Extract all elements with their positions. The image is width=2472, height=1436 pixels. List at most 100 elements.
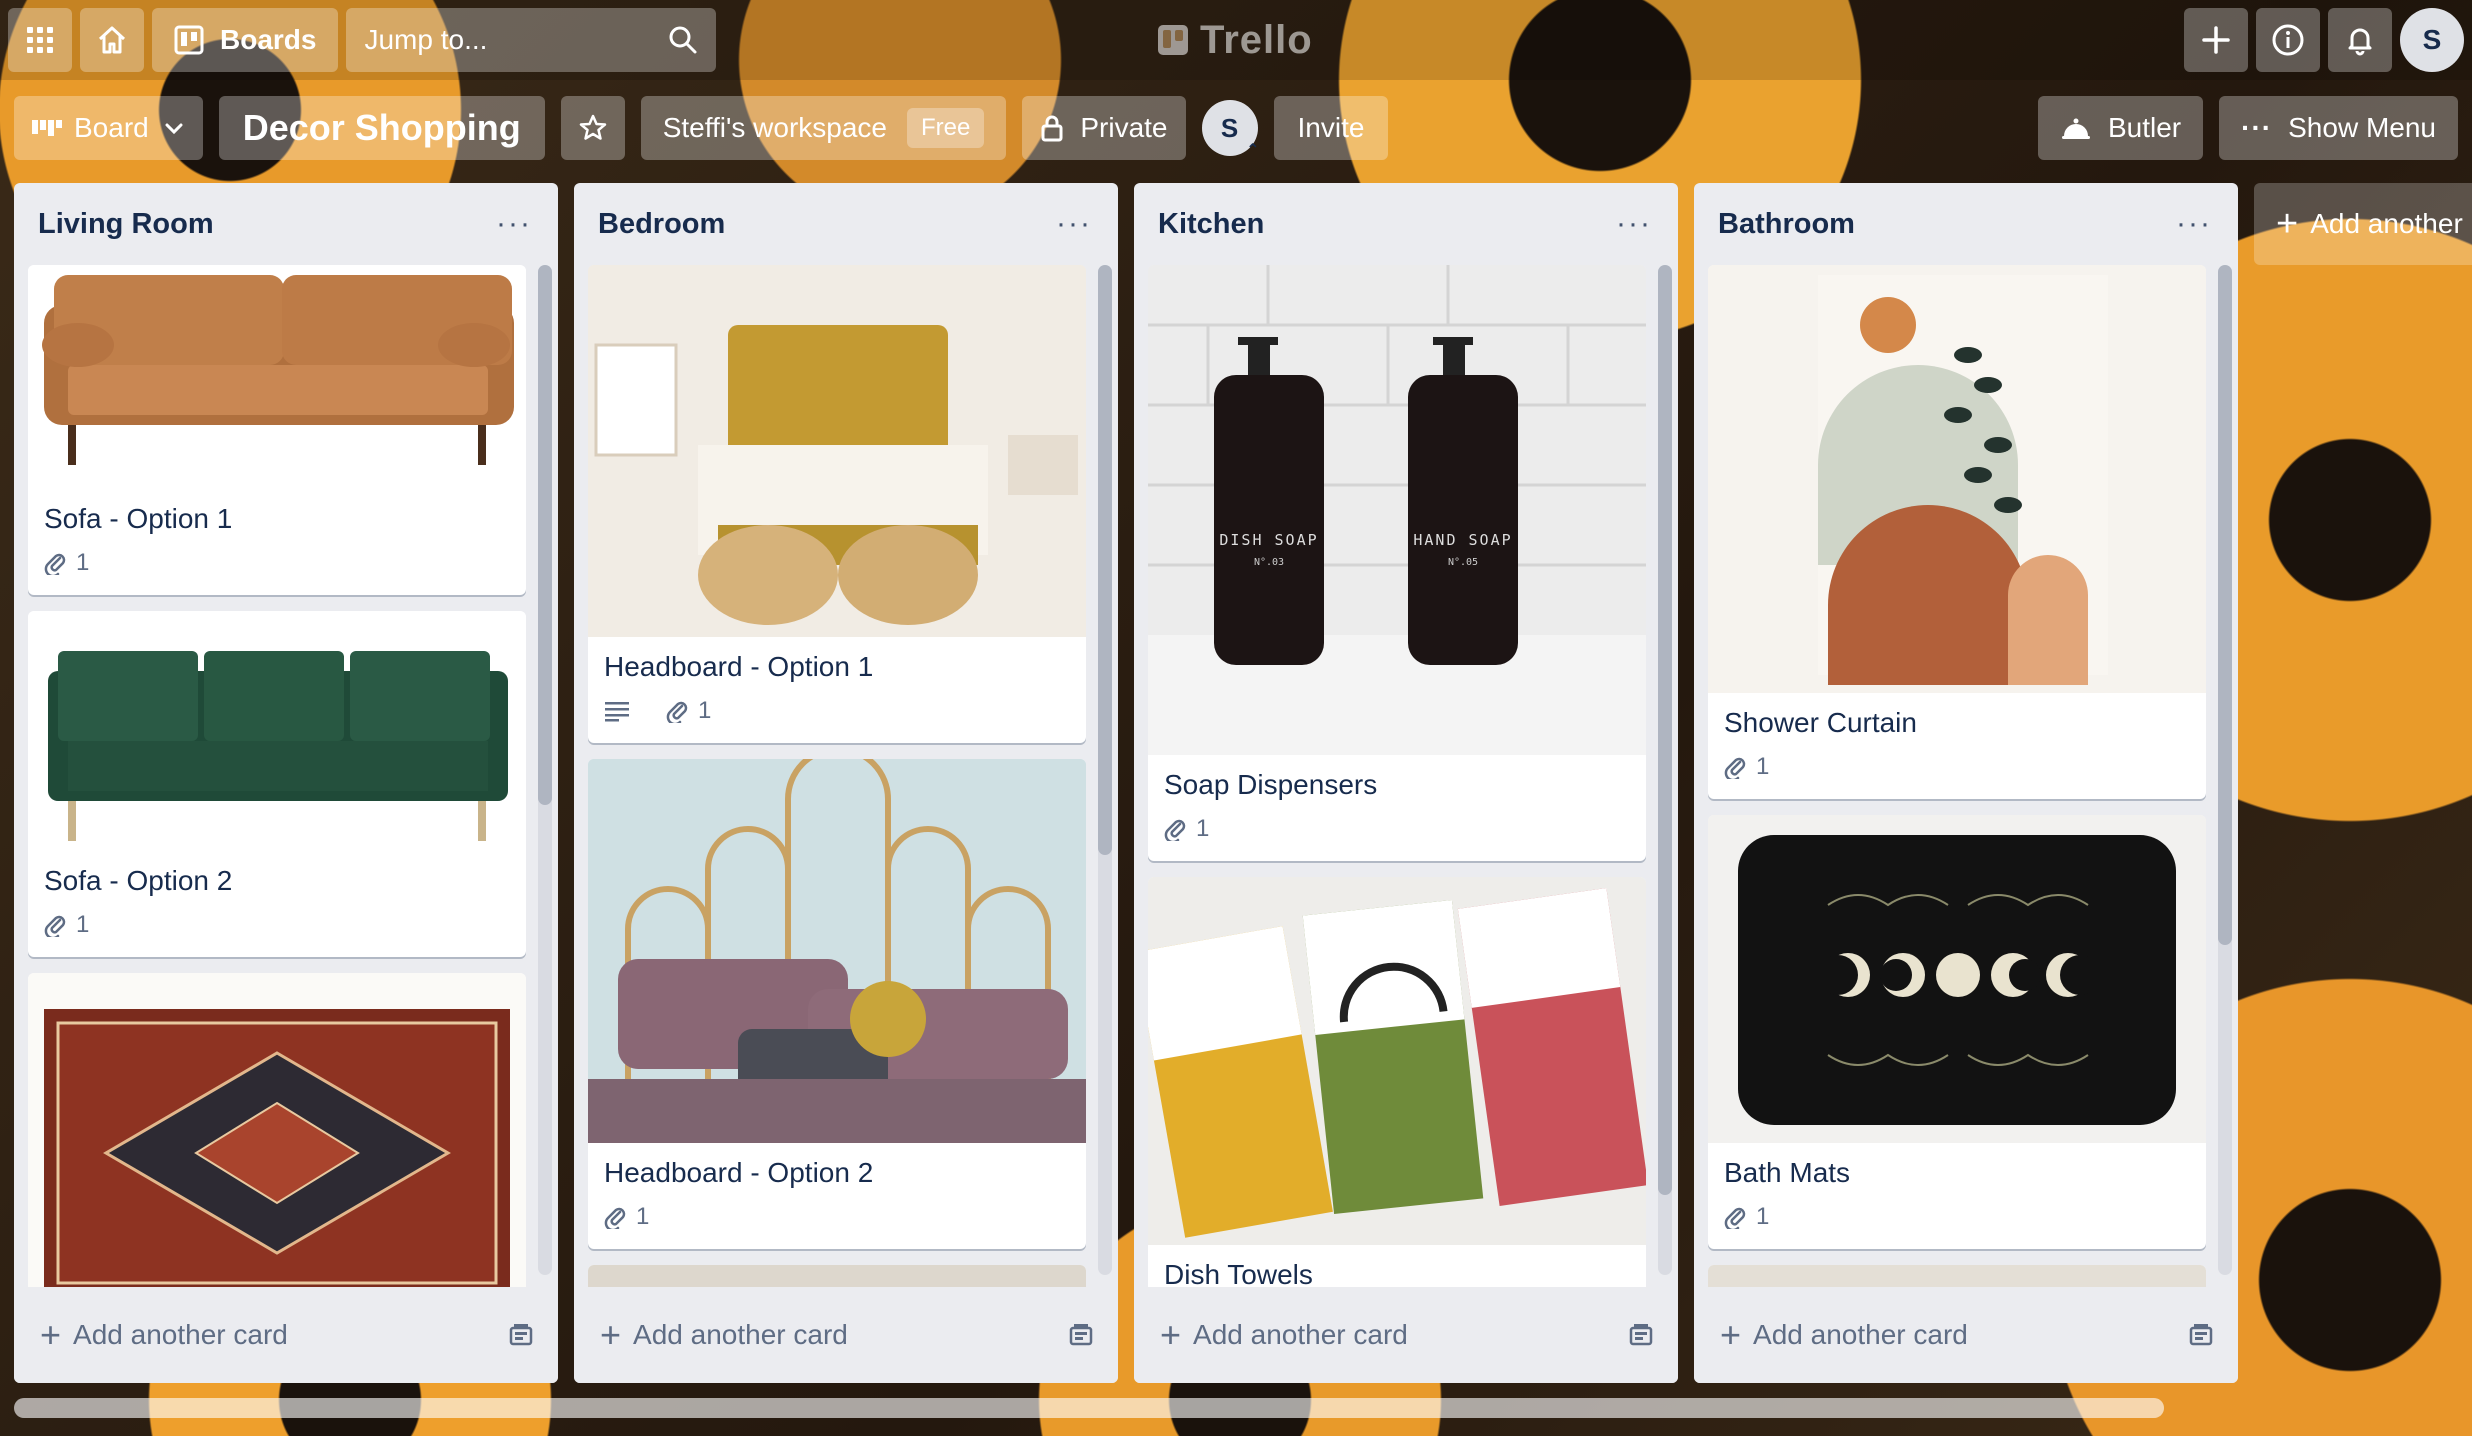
plus-icon: + <box>1720 1314 1742 1355</box>
show-menu-label: Show Menu <box>2288 112 2436 143</box>
info-button[interactable] <box>2256 8 2320 72</box>
create-button[interactable] <box>2184 8 2248 72</box>
list-scrollbar[interactable] <box>1658 265 1672 1275</box>
trello-logo[interactable]: Trello <box>1158 14 1313 66</box>
list-scroll-thumb[interactable] <box>538 265 552 805</box>
card-cover-image <box>28 265 526 489</box>
list-scroll-thumb[interactable] <box>2218 265 2232 945</box>
hand-soap-label: HAND SOAP <box>1413 531 1512 549</box>
plus-icon: + <box>2276 203 2299 245</box>
add-list-button[interactable]: + Add another list <box>2254 183 2472 265</box>
dish-soap-number: N°.03 <box>1254 557 1284 568</box>
add-card-button[interactable]: + Add another card <box>600 1317 848 1353</box>
board-member-avatar[interactable]: S ⌃ <box>1201 100 1260 159</box>
list-cards: DISH SOAP N°.03 HAND SOAP N°.05 Soap Dis… <box>1134 265 1678 1287</box>
list-menu-icon[interactable]: ··· <box>1048 205 1100 243</box>
card-title: Headboard - Option 2 <box>604 1157 874 1188</box>
card[interactable] <box>28 973 526 1287</box>
card[interactable]: Dish Towels <box>1148 877 1646 1287</box>
attachment-badge: 1 <box>1724 1203 1769 1231</box>
attachment-badge: 1 <box>604 1203 649 1231</box>
board-member-initial: S <box>1220 112 1239 143</box>
card[interactable] <box>588 1265 1086 1287</box>
card[interactable]: Headboard - Option 2 1 <box>588 759 1086 1249</box>
card[interactable]: DISH SOAP N°.03 HAND SOAP N°.05 Soap Dis… <box>1148 265 1646 861</box>
plus-icon <box>2202 26 2230 54</box>
paperclip-icon <box>1164 819 1186 841</box>
butler-button[interactable]: Butler <box>2037 96 2204 160</box>
list-scrollbar[interactable] <box>1098 265 1112 1275</box>
add-card-label: Add another card <box>1193 1319 1408 1350</box>
list-title[interactable]: Kitchen <box>1158 208 1264 241</box>
board-scroll-thumb[interactable] <box>14 1398 2164 1418</box>
search-placeholder: Jump to... <box>364 24 488 55</box>
notifications-button[interactable] <box>2328 8 2392 72</box>
list-menu-icon[interactable]: ··· <box>488 205 540 243</box>
board-title[interactable]: Decor Shopping <box>218 96 545 160</box>
attachment-count: 1 <box>1756 1203 1770 1230</box>
paperclip-icon <box>44 553 66 575</box>
star-button[interactable] <box>560 96 625 160</box>
card[interactable]: Sofa - Option 1 1 <box>28 265 526 595</box>
list-scroll-thumb[interactable] <box>1098 265 1112 855</box>
workspace-button[interactable]: Steffi's workspace Free <box>640 96 1007 160</box>
list-scroll-thumb[interactable] <box>1658 265 1672 1195</box>
add-list-label: Add another list <box>2310 208 2472 239</box>
card-template-icon[interactable] <box>2188 1322 2214 1348</box>
chevron-down-icon <box>165 123 183 135</box>
card-cover-image: DISH SOAP N°.03 HAND SOAP N°.05 <box>1148 265 1646 755</box>
list-title[interactable]: Bedroom <box>598 208 725 241</box>
add-card-button[interactable]: + Add another card <box>40 1317 288 1353</box>
attachment-count: 1 <box>636 1203 650 1230</box>
list-menu-icon[interactable]: ··· <box>2168 205 2220 243</box>
list-scrollbar[interactable] <box>538 265 552 1275</box>
list-menu-icon[interactable]: ··· <box>1608 205 1660 243</box>
boards-button[interactable]: Boards <box>152 8 339 72</box>
list-header: Bedroom ··· <box>574 183 1118 265</box>
attachment-badge: 1 <box>44 549 89 577</box>
boards-label: Boards <box>220 24 317 55</box>
list-footer: + Add another card <box>14 1287 558 1383</box>
paperclip-icon <box>666 701 688 723</box>
card[interactable]: Bath Mats 1 <box>1708 815 2206 1249</box>
board-horizontal-scrollbar[interactable] <box>14 1398 2164 1418</box>
card-template-icon[interactable] <box>508 1322 534 1348</box>
list-living-room: Living Room ··· Sofa - Option 1 1 Sofa -… <box>14 183 558 1383</box>
card-template-icon[interactable] <box>1628 1322 1654 1348</box>
list-title[interactable]: Bathroom <box>1718 208 1855 241</box>
card[interactable]: Shower Curtain 1 <box>1708 265 2206 799</box>
user-avatar[interactable]: S <box>2400 8 2464 72</box>
board-view-icon <box>32 120 62 136</box>
card-cover-image <box>588 759 1086 1143</box>
attachment-count: 1 <box>1756 753 1770 780</box>
card-badges: 1 <box>1148 811 1646 861</box>
list-scrollbar[interactable] <box>2218 265 2232 1275</box>
show-menu-button[interactable]: ··· Show Menu <box>2219 96 2458 160</box>
board-view-switcher[interactable]: Board <box>14 96 203 160</box>
apps-button[interactable] <box>8 8 72 72</box>
card[interactable]: Headboard - Option 1 1 <box>588 265 1086 743</box>
card-template-icon[interactable] <box>1068 1322 1094 1348</box>
list-title[interactable]: Living Room <box>38 208 214 241</box>
card-title: Soap Dispensers <box>1164 769 1378 800</box>
card-badges: 1 <box>1708 1199 2206 1249</box>
card[interactable]: Sofa - Option 2 1 <box>28 611 526 957</box>
add-card-button[interactable]: + Add another card <box>1160 1317 1408 1353</box>
search-input[interactable]: Jump to... <box>346 8 717 72</box>
card[interactable] <box>1708 1265 2206 1287</box>
attachment-count: 1 <box>76 549 90 576</box>
card-badges: 1 <box>28 545 526 595</box>
butler-label: Butler <box>2107 112 2182 143</box>
card-title: Headboard - Option 1 <box>604 651 874 682</box>
list-bedroom: Bedroom ··· Headboard - Option 1 1 Headb… <box>574 183 1118 1383</box>
visibility-button[interactable]: Private <box>1022 96 1186 160</box>
list-kitchen: Kitchen ··· DISH SOAP N°.03 HAND SOAP N°… <box>1134 183 1678 1383</box>
add-card-button[interactable]: + Add another card <box>1720 1317 1968 1353</box>
lock-icon <box>1041 115 1063 142</box>
add-card-label: Add another card <box>633 1319 848 1350</box>
description-badge <box>604 700 640 722</box>
card-cover-image <box>588 1265 1086 1287</box>
home-button[interactable] <box>80 8 144 72</box>
logo-text: Trello <box>1200 17 1313 62</box>
invite-button[interactable]: Invite <box>1273 96 1389 160</box>
